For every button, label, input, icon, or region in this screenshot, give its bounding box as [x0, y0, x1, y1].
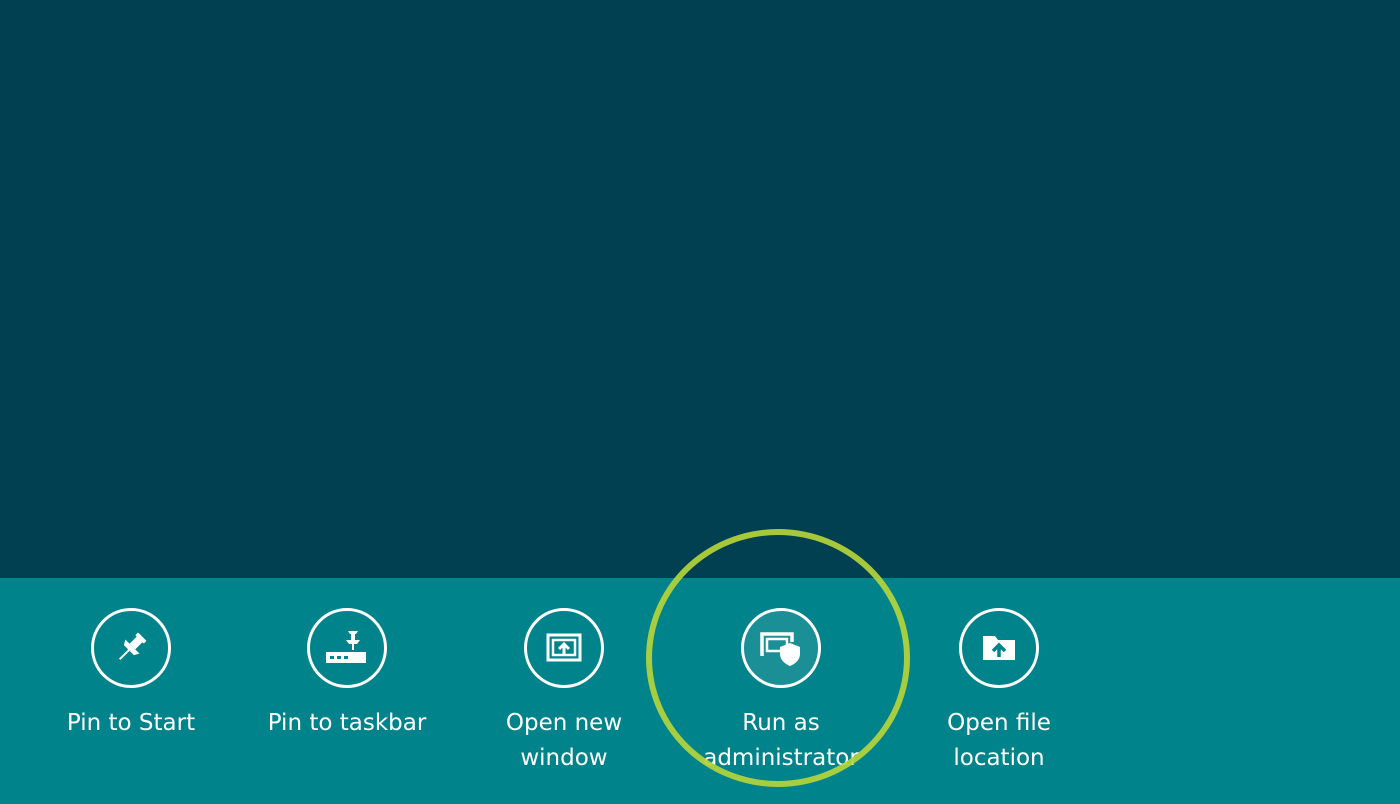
open-file-location-button[interactable]: Open file location [914, 608, 1084, 776]
pin-taskbar-icon [307, 608, 387, 688]
folder-up-icon [959, 608, 1039, 688]
pin-to-start-label: Pin to Start [66, 710, 196, 736]
open-new-window-label: Open new window [505, 710, 623, 771]
open-new-window-button[interactable]: Open new window [479, 608, 649, 776]
run-as-administrator-label: Run as administrator [703, 710, 859, 771]
app-bar: Pin to Start Pin to taskbar Open new win… [0, 578, 1400, 804]
open-file-location-label: Open file location [947, 710, 1051, 771]
run-as-administrator-button[interactable]: Run as administrator [696, 608, 866, 776]
pin-to-start-button[interactable]: Pin to Start [46, 608, 216, 741]
new-window-icon [524, 608, 604, 688]
pin-to-taskbar-label: Pin to taskbar [267, 710, 427, 736]
pin-to-taskbar-button[interactable]: Pin to taskbar [262, 608, 432, 741]
shield-window-icon [741, 608, 821, 688]
screen: Pin to Start Pin to taskbar Open new win… [0, 0, 1400, 804]
start-screen-background [0, 0, 1400, 578]
pin-icon [91, 608, 171, 688]
